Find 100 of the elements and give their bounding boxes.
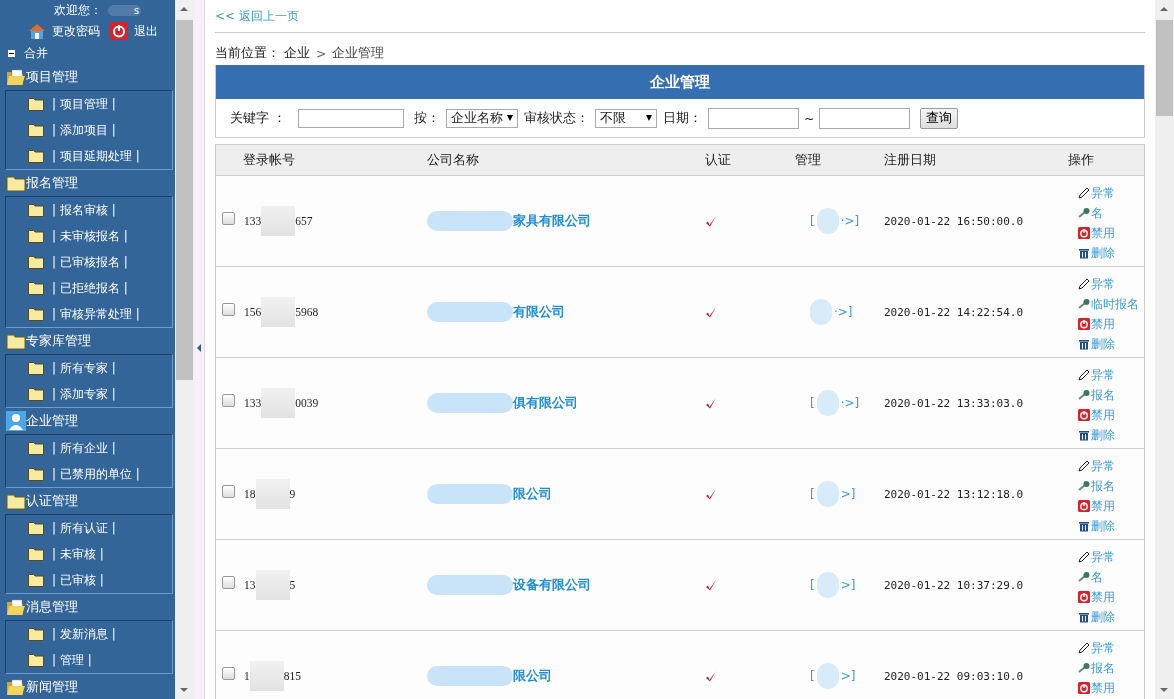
sidebar-item[interactable]: | 已审核 | [52, 571, 104, 589]
action-link[interactable]: 报名 [1091, 386, 1115, 404]
status-select[interactable]: 不限 [595, 108, 657, 128]
action-link[interactable]: 异常 [1091, 548, 1115, 566]
sidebar-item[interactable]: | 添加专家 | [52, 385, 116, 403]
scrollbar-thumb[interactable] [1156, 20, 1173, 116]
breadcrumb-item[interactable]: 企业 [284, 44, 310, 62]
manage-link[interactable]: >] [840, 669, 856, 683]
blur-patch [255, 479, 290, 509]
sidebar-group-title[interactable]: 认证管理 [26, 492, 78, 510]
sidebar-group-title[interactable]: 报名管理 [26, 174, 78, 192]
scroll-down-icon[interactable] [179, 687, 189, 693]
company-link[interactable]: 俱有限公司 [513, 394, 578, 412]
manage-link[interactable]: [ [810, 487, 815, 501]
row-checkbox[interactable] [222, 575, 235, 589]
row-checkbox[interactable] [222, 666, 235, 680]
company-link[interactable]: 家具有限公司 [513, 212, 591, 230]
manage-link[interactable]: [ [810, 214, 815, 228]
sidebar-item[interactable]: | 已审核报名 | [52, 253, 128, 271]
sort-by-select[interactable]: 企业名称 [446, 108, 518, 128]
action-link[interactable]: 禁用 [1091, 679, 1115, 697]
sidebar-item[interactable]: | 项目延期处理 | [52, 147, 140, 165]
row-checkbox[interactable] [222, 211, 235, 225]
splitter-handle[interactable] [194, 0, 205, 699]
action-link[interactable]: 异常 [1091, 366, 1115, 384]
action-link[interactable]: 禁用 [1091, 315, 1115, 333]
sidebar-item[interactable]: | 发新消息 | [52, 625, 116, 643]
collapse-label[interactable]: 合并 [24, 44, 48, 62]
sidebar-item[interactable]: | 所有企业 | [52, 439, 116, 457]
action-link[interactable]: 删除 [1091, 335, 1115, 353]
row-checkbox[interactable] [222, 302, 235, 316]
action-link[interactable]: 名 [1091, 568, 1103, 586]
manage-link[interactable]: [ [810, 669, 815, 683]
sidebar-item[interactable]: | 添加项目 | [52, 121, 116, 139]
column-header: 认证 [705, 151, 731, 169]
action-link[interactable]: 异常 [1091, 457, 1115, 475]
keyword-field[interactable] [298, 108, 404, 128]
action-link[interactable]: 临时报名 [1091, 295, 1139, 313]
action-link[interactable]: 报名 [1091, 477, 1115, 495]
sidebar-item[interactable]: | 报名审核 | [52, 201, 116, 219]
query-button[interactable]: 查询 [920, 107, 959, 129]
action-link[interactable]: 禁用 [1091, 588, 1115, 606]
back-link[interactable]: << 返回上一页 [215, 8, 299, 25]
manage-link[interactable]: ·>] [834, 305, 853, 319]
scroll-up-icon[interactable] [179, 6, 189, 12]
scroll-down-icon[interactable] [1159, 687, 1169, 693]
company-link[interactable]: 限公司 [513, 485, 552, 503]
manage-link[interactable]: [ [810, 578, 815, 592]
action-link[interactable]: 异常 [1091, 184, 1115, 202]
sidebar-link[interactable]: 更改密码 [52, 22, 100, 40]
sidebar-item[interactable]: | 已禁用的单位 | [52, 465, 140, 483]
manage-link[interactable]: ·>] [840, 396, 860, 410]
row-checkbox[interactable] [222, 393, 235, 407]
action-link[interactable]: 禁用 [1091, 406, 1115, 424]
sidebar-item[interactable]: | 项目管理 | [52, 95, 116, 113]
action-link[interactable]: 删除 [1091, 517, 1115, 535]
action-link[interactable]: 禁用 [1091, 497, 1115, 515]
action-link[interactable]: 删除 [1091, 426, 1115, 444]
collapse-toggle-icon[interactable] [8, 49, 15, 57]
key-icon [1078, 298, 1090, 310]
end-date-field[interactable] [819, 107, 911, 129]
manage-link[interactable]: ·>] [840, 214, 860, 228]
scrollbar-thumb[interactable] [176, 20, 193, 380]
company-link[interactable]: 有限公司 [513, 303, 565, 321]
sidebar-group-title[interactable]: 新闻管理 [26, 678, 78, 696]
sidebar-group-title[interactable]: 企业管理 [26, 412, 78, 430]
sidebar-item[interactable]: | 未审核报名 | [52, 227, 128, 245]
manage-link[interactable]: [ [810, 396, 815, 410]
keyword-label: 关键字 ： [230, 109, 286, 127]
sidebar-item[interactable]: | 审核异常处理 | [52, 305, 140, 323]
breadcrumb-label: 当前位置： [215, 44, 280, 62]
sidebar-group-title[interactable]: 消息管理 [26, 598, 78, 616]
action-link[interactable]: 报名 [1091, 659, 1115, 677]
scrollbar[interactable] [1155, 0, 1174, 699]
start-date-field[interactable] [708, 107, 799, 129]
sidebar-group-title[interactable]: 项目管理 [26, 68, 78, 86]
key-icon [1078, 389, 1090, 401]
sidebar-item[interactable]: | 管理 | [52, 651, 92, 669]
sidebar-group-title[interactable]: 专家库管理 [26, 332, 91, 350]
action-link[interactable]: 名 [1091, 204, 1103, 222]
scroll-up-icon[interactable] [1159, 6, 1169, 12]
manage-link[interactable]: >] [840, 487, 856, 501]
company-link[interactable]: 设备有限公司 [513, 576, 591, 594]
blur-patch [261, 388, 296, 418]
scrollbar[interactable] [175, 0, 194, 699]
blur-patch [255, 570, 290, 600]
action-link[interactable]: 异常 [1091, 275, 1115, 293]
sidebar-item[interactable]: | 未审核 | [52, 545, 104, 563]
company-link[interactable]: 限公司 [513, 667, 552, 685]
action-link[interactable]: 异常 [1091, 639, 1115, 657]
sidebar-item[interactable]: | 所有认证 | [52, 519, 116, 537]
sidebar-item[interactable]: | 所有专家 | [52, 359, 116, 377]
sidebar-link[interactable]: 退出 [134, 22, 158, 40]
row-checkbox[interactable] [222, 484, 235, 498]
manage-link[interactable]: >] [840, 578, 856, 592]
sidebar-item[interactable]: | 已拒绝报名 | [52, 279, 128, 297]
collapse-arrow-icon[interactable] [197, 344, 202, 352]
action-link[interactable]: 删除 [1091, 244, 1115, 262]
action-link[interactable]: 禁用 [1091, 224, 1115, 242]
action-link[interactable]: 删除 [1091, 608, 1115, 626]
